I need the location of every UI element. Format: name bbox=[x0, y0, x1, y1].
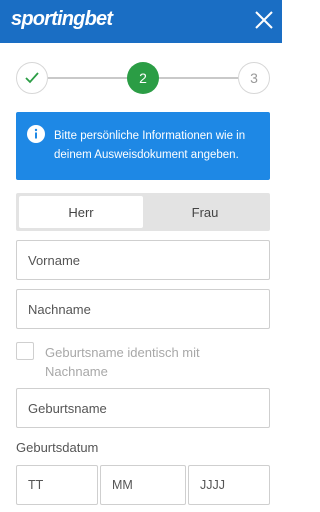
check-icon bbox=[25, 72, 39, 84]
checkbox-label: Geburtsname identisch mit Nachname bbox=[45, 345, 200, 379]
step-2-active: 2 bbox=[127, 62, 159, 94]
dob-year-field[interactable] bbox=[188, 465, 270, 505]
dob-day-field[interactable] bbox=[16, 465, 98, 505]
birth-name-input[interactable] bbox=[17, 389, 269, 427]
info-banner: Bitte persönliche Informationen wie in d… bbox=[16, 112, 270, 180]
birth-name-identical-checkbox[interactable] bbox=[16, 342, 34, 360]
last-name-field[interactable] bbox=[16, 289, 270, 329]
close-button[interactable] bbox=[254, 10, 274, 30]
dob-day-input[interactable] bbox=[17, 466, 97, 504]
step-connector bbox=[48, 77, 127, 79]
sportingbet-logo: sportingbet bbox=[11, 8, 113, 30]
gender-option-herr[interactable]: Herr bbox=[19, 196, 143, 228]
close-icon bbox=[255, 11, 273, 29]
last-name-input[interactable] bbox=[17, 290, 269, 328]
dob-label: Geburtsdatum bbox=[16, 440, 99, 455]
birth-name-field[interactable] bbox=[16, 388, 270, 428]
step-connector bbox=[159, 77, 238, 79]
dob-year-input[interactable] bbox=[189, 466, 269, 504]
first-name-input[interactable] bbox=[17, 241, 269, 279]
first-name-field[interactable] bbox=[16, 240, 270, 280]
dob-month-field[interactable] bbox=[100, 465, 186, 505]
birth-name-identical-row: Geburtsname identisch mit Nachname bbox=[16, 341, 270, 381]
top-bar: sportingbet bbox=[0, 0, 282, 43]
gender-toggle: Herr Frau bbox=[16, 193, 270, 231]
info-icon bbox=[27, 125, 45, 143]
step-1-completed bbox=[16, 62, 48, 94]
info-text: Bitte persönliche Informationen wie in d… bbox=[54, 130, 246, 161]
dob-month-input[interactable] bbox=[101, 466, 185, 504]
progress-stepper: 2 3 bbox=[0, 60, 282, 96]
step-3-pending: 3 bbox=[238, 62, 270, 94]
gender-option-frau[interactable]: Frau bbox=[143, 196, 267, 228]
